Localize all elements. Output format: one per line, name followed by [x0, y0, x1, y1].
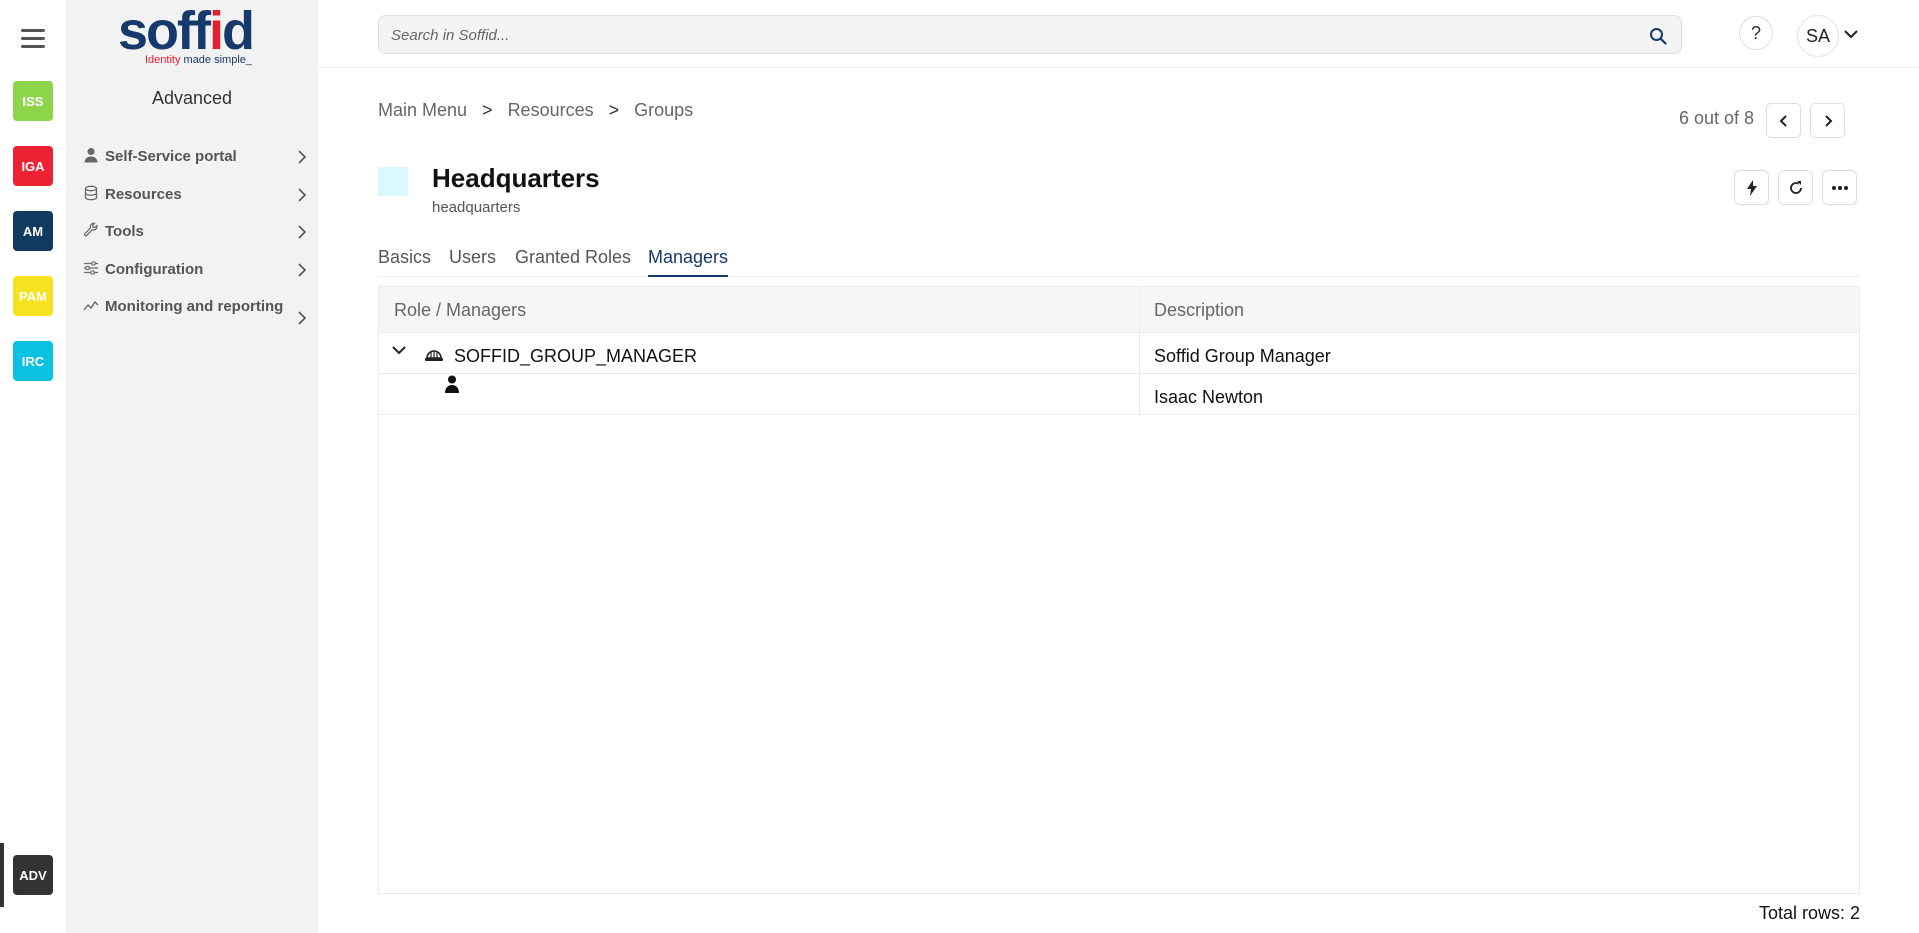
chevron-right-icon — [1823, 114, 1833, 128]
person-icon — [83, 147, 99, 163]
breadcrumb-separator: > — [608, 100, 620, 120]
breadcrumb-resources[interactable]: Resources — [508, 100, 594, 121]
top-bar: ? SA — [318, 0, 1919, 68]
sidebar-item-label: Tools — [105, 223, 144, 240]
record-position: 6 out of 8 — [1679, 108, 1755, 128]
app-rail: ISS IGA AM PAM IRC ADV — [0, 0, 66, 933]
user-avatar[interactable]: SA — [1797, 15, 1839, 57]
table-row[interactable]: SOFFID_GROUP_MANAGER Soffid Group Manage… — [379, 333, 1859, 374]
breadcrumb-main-menu[interactable]: Main Menu — [378, 100, 467, 121]
role-helmet-icon — [424, 346, 444, 364]
sidebar-item-label: Self-Service portal — [105, 148, 237, 165]
trend-icon — [83, 297, 99, 313]
manager-name: Isaac Newton — [1154, 387, 1264, 407]
app-tile-am[interactable]: AM — [13, 211, 53, 251]
sliders-icon — [83, 260, 99, 276]
table-header: Role / Managers Description — [379, 287, 1859, 333]
tab-users[interactable]: Users — [449, 247, 496, 277]
sidebar-item-label: Monitoring and reporting — [105, 298, 284, 315]
group-color-swatch — [378, 167, 408, 196]
app-tile-adv[interactable]: ADV — [13, 855, 53, 895]
sidebar: soffid Identity made simple_ Advanced Se… — [66, 0, 318, 933]
column-header-description[interactable]: Description — [1154, 300, 1244, 321]
logo-tagline: Identity made simple_ — [145, 54, 253, 66]
app-tile-pam[interactable]: PAM — [13, 276, 53, 316]
tab-basics[interactable]: Basics — [378, 247, 431, 277]
breadcrumb-groups[interactable]: Groups — [634, 100, 693, 121]
sidebar-item-tools[interactable]: Tools — [83, 221, 313, 243]
sidebar-item-monitoring-and-reporting[interactable]: Monitoring and reporting — [83, 296, 313, 325]
search-box — [378, 15, 1682, 54]
app-tile-irc[interactable]: IRC — [13, 341, 53, 381]
sidebar-item-self-service-portal[interactable]: Self-Service portal — [83, 146, 313, 168]
sidebar-title: Advanced — [151, 88, 233, 108]
breadcrumb: Main Menu > Resources > Groups — [378, 100, 693, 121]
breadcrumb-separator: > — [482, 100, 493, 120]
user-icon — [444, 374, 460, 394]
refresh-icon — [1788, 180, 1804, 196]
app-tile-iga[interactable]: IGA — [13, 146, 53, 186]
help-button[interactable]: ? — [1739, 16, 1773, 50]
chevron-left-icon — [1779, 114, 1789, 128]
chevron-down-icon[interactable] — [391, 344, 407, 356]
chevron-down-icon[interactable] — [1843, 28, 1859, 40]
previous-record-button[interactable] — [1766, 103, 1801, 138]
chevron-right-icon — [297, 149, 307, 165]
chevron-right-icon — [297, 310, 307, 326]
page-title: Headquarters — [432, 163, 600, 193]
column-header-role-managers[interactable]: Role / Managers — [394, 300, 526, 321]
sidebar-item-configuration[interactable]: Configuration — [83, 259, 313, 281]
tab-granted-roles[interactable]: Granted Roles — [515, 247, 631, 277]
more-options-button[interactable] — [1822, 170, 1857, 205]
chevron-right-icon — [297, 262, 307, 278]
tab-managers[interactable]: Managers — [648, 247, 729, 277]
group-code: headquarters — [432, 199, 521, 216]
total-rows-count: Total rows: 2 — [1758, 903, 1860, 923]
ellipsis-icon — [1831, 185, 1849, 191]
database-icon — [83, 185, 99, 201]
wrench-icon — [83, 222, 99, 238]
app-tile-iss[interactable]: ISS — [13, 81, 53, 121]
tab-bar: Basics Users Granted Roles Managers — [378, 247, 1860, 277]
execute-action-button[interactable] — [1734, 170, 1769, 205]
logo-wordmark: soffid — [118, 1, 255, 61]
hamburger-menu-icon[interactable] — [21, 29, 45, 49]
sidebar-item-resources[interactable]: Resources — [83, 184, 313, 206]
chevron-right-icon — [297, 187, 307, 203]
active-app-marker — [0, 843, 4, 907]
refresh-button[interactable] — [1778, 170, 1813, 205]
next-record-button[interactable] — [1810, 103, 1845, 138]
managers-table: Role / Managers Description SOFFID_GROUP… — [378, 286, 1860, 894]
sidebar-item-label: Resources — [105, 186, 182, 203]
role-name: SOFFID_GROUP_MANAGER — [454, 346, 698, 366]
lightning-icon — [1745, 179, 1759, 197]
table-row[interactable]: Isaac Newton — [379, 374, 1859, 415]
search-input[interactable] — [391, 24, 1631, 46]
sidebar-item-label: Configuration — [105, 261, 204, 278]
soffid-logo[interactable]: soffid Identity made simple_ — [118, 4, 268, 70]
search-icon[interactable] — [1649, 27, 1667, 45]
chevron-right-icon — [297, 224, 307, 240]
role-description: Soffid Group Manager — [1154, 346, 1331, 366]
